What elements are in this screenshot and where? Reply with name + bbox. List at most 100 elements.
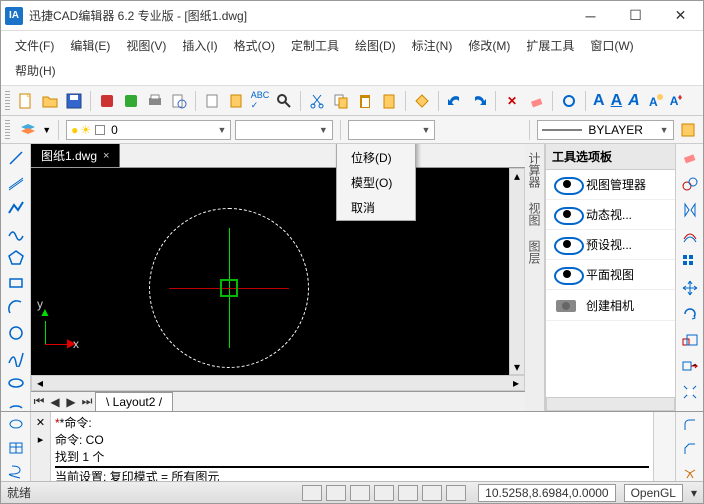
spell-icon[interactable]: ABC✓	[249, 90, 271, 112]
stretch-icon[interactable]	[679, 356, 701, 376]
last-tab-icon[interactable]: ⏭	[79, 394, 95, 409]
match-icon[interactable]	[411, 90, 433, 112]
grid-toggle[interactable]	[326, 485, 346, 501]
circle-icon[interactable]	[5, 323, 27, 343]
maximize-button[interactable]: ☐	[613, 2, 658, 30]
trim-icon[interactable]	[679, 382, 701, 402]
move-icon[interactable]	[679, 278, 701, 298]
search-icon[interactable]	[273, 90, 295, 112]
menu-window[interactable]: 窗口(W)	[582, 33, 641, 58]
linetype-combo[interactable]: ▼	[235, 120, 332, 140]
doc-tab[interactable]: 图纸1.dwg ×	[31, 144, 120, 167]
text-style-icon[interactable]: A	[644, 90, 666, 112]
minimize-button[interactable]: ─	[568, 2, 613, 30]
arc-icon[interactable]	[5, 298, 27, 318]
panel-item-dynview[interactable]: 动态视...	[546, 200, 675, 230]
menu-ext[interactable]: 扩展工具	[518, 33, 582, 58]
extend-icon[interactable]	[679, 408, 701, 411]
menu-format[interactable]: 格式(O)	[226, 33, 283, 58]
layout-tab[interactable]: \ Layout2 /	[95, 392, 173, 411]
ellipse-arc-icon[interactable]	[5, 398, 27, 411]
polyline-icon[interactable]	[5, 198, 27, 218]
menu-view[interactable]: 视图(V)	[118, 33, 174, 58]
redo-icon[interactable]	[468, 90, 490, 112]
text-a3-icon[interactable]: A	[626, 92, 642, 110]
text-a1-icon[interactable]: A	[591, 92, 607, 110]
menu-dim[interactable]: 标注(N)	[404, 33, 461, 58]
menu-modify[interactable]: 修改(M)	[460, 33, 518, 58]
ellipse-icon[interactable]	[5, 373, 27, 393]
freehand-icon[interactable]	[5, 223, 27, 243]
layer-combo[interactable]: ●☀ 0 ▼	[66, 120, 231, 140]
print-icon[interactable]	[144, 90, 166, 112]
panel-hscroll[interactable]	[546, 397, 675, 411]
cmd-scroll[interactable]	[653, 412, 675, 481]
otrack-toggle[interactable]	[422, 485, 442, 501]
cut-icon[interactable]	[306, 90, 328, 112]
popup-item-displacement[interactable]: 位移(D)	[337, 145, 415, 170]
prev-tab-icon[interactable]: ◀	[47, 395, 63, 409]
lwt-toggle[interactable]	[446, 485, 466, 501]
chamfer-icon[interactable]	[679, 440, 701, 458]
open-icon[interactable]	[39, 90, 61, 112]
paste-icon[interactable]	[354, 90, 376, 112]
ortho-toggle[interactable]	[350, 485, 370, 501]
props-icon[interactable]	[678, 119, 699, 141]
menu-edit[interactable]: 编辑(E)	[62, 33, 118, 58]
copy-icon[interactable]	[330, 90, 352, 112]
find-icon[interactable]	[225, 90, 247, 112]
regen-icon[interactable]	[558, 90, 580, 112]
popup-item-mode[interactable]: 模型(O)	[337, 170, 415, 195]
text-a2-icon[interactable]: A	[609, 92, 625, 110]
doc-icon[interactable]	[201, 90, 223, 112]
color-combo[interactable]: ▼	[348, 120, 436, 140]
command-window[interactable]: **命令: 命令: CO 找到 1 个 当前设置: 复印模式 = 所有图元 指定…	[51, 412, 653, 481]
rotate-icon[interactable]	[679, 304, 701, 324]
explode-icon[interactable]	[679, 464, 701, 482]
erase-tool-icon[interactable]	[679, 148, 701, 168]
popup-item-cancel[interactable]: 取消	[337, 195, 415, 220]
panel-item-preset[interactable]: 预设视...	[546, 230, 675, 260]
xline-icon[interactable]	[5, 173, 27, 193]
line-icon[interactable]	[5, 148, 27, 168]
close-tab-icon[interactable]: ×	[103, 150, 109, 162]
offset-icon[interactable]	[679, 226, 701, 246]
sidetab-view[interactable]: 视图	[526, 202, 543, 226]
dropdown-arrow-icon[interactable]: ▼	[42, 125, 51, 135]
undo-icon[interactable]	[444, 90, 466, 112]
osnap-toggle[interactable]	[398, 485, 418, 501]
next-tab-icon[interactable]: ▶	[63, 395, 79, 409]
fillet-icon[interactable]	[679, 416, 701, 434]
snap-toggle[interactable]	[302, 485, 322, 501]
toolbar-grip[interactable]	[5, 91, 10, 111]
status-menu-icon[interactable]: ▾	[691, 486, 697, 500]
first-tab-icon[interactable]: ⏮	[31, 394, 47, 409]
clipboard-icon[interactable]	[378, 90, 400, 112]
h-scrollbar[interactable]: ◂ ▸	[31, 375, 525, 391]
scale-icon[interactable]	[679, 330, 701, 350]
helix-icon[interactable]	[5, 461, 27, 481]
panel-item-viewmgr[interactable]: 视图管理器	[546, 170, 675, 200]
layer-manager-icon[interactable]	[17, 119, 38, 141]
cmd-close-icon[interactable]: ✕	[36, 416, 45, 429]
toolbar-grip-2[interactable]	[5, 120, 10, 140]
erase-icon[interactable]	[525, 90, 547, 112]
polar-toggle[interactable]	[374, 485, 394, 501]
menu-help[interactable]: 帮助(H)	[7, 58, 64, 83]
spline-icon[interactable]	[5, 348, 27, 368]
delete-icon[interactable]: ✕	[501, 90, 523, 112]
menu-insert[interactable]: 插入(I)	[174, 33, 225, 58]
menu-customtools[interactable]: 定制工具	[283, 33, 347, 58]
copy-tool-icon[interactable]	[679, 174, 701, 194]
cmd-pin-icon[interactable]: ▸	[38, 433, 44, 446]
sidetab-calc[interactable]: 计算器	[526, 152, 543, 188]
lineweight-combo[interactable]: BYLAYER ▼	[537, 120, 673, 140]
panel-item-camera[interactable]: 创建相机	[546, 290, 675, 321]
pdf-icon[interactable]	[96, 90, 118, 112]
export-icon[interactable]	[120, 90, 142, 112]
v-scrollbar[interactable]: ▴▾	[509, 168, 525, 375]
canvas[interactable]: ▲ ▶ y x	[31, 168, 525, 375]
mirror-icon[interactable]	[679, 200, 701, 220]
panel-item-plan[interactable]: 平面视图	[546, 260, 675, 290]
new-icon[interactable]	[15, 90, 37, 112]
